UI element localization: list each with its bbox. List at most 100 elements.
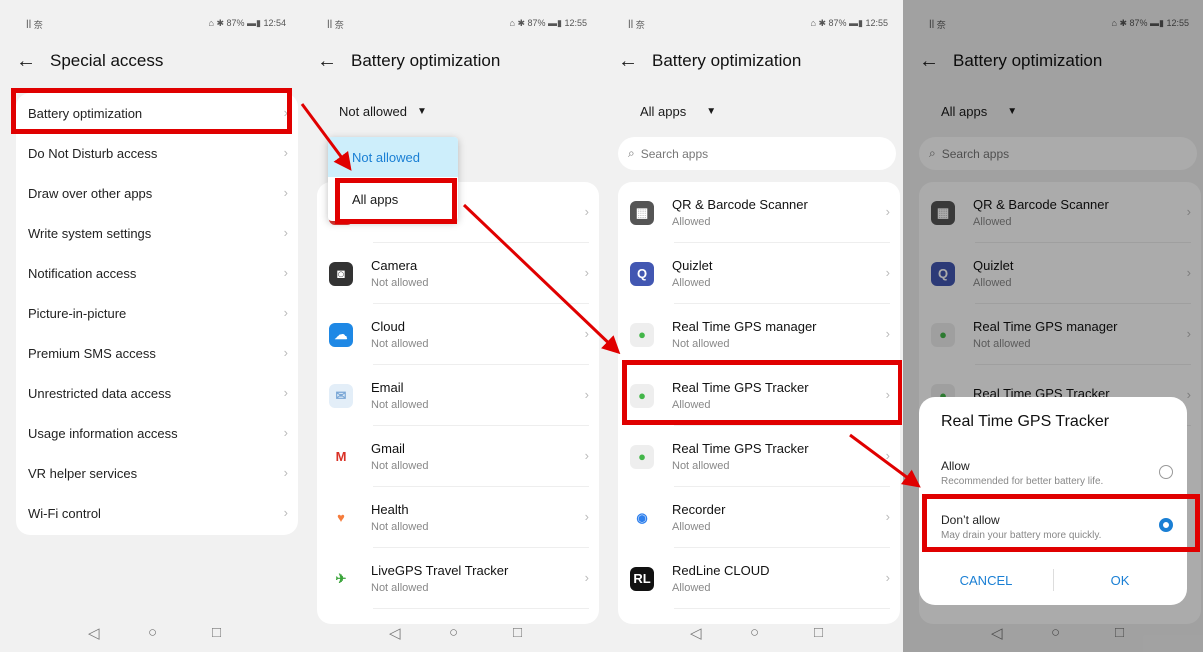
qr-icon: ▦ xyxy=(630,200,654,225)
search-icon: ⌕ xyxy=(628,146,635,160)
app-status: Not allowed xyxy=(371,399,429,411)
highlight-box xyxy=(922,494,1200,552)
health-icon: ♥ xyxy=(329,505,353,530)
chevron-right-icon: › xyxy=(283,345,288,360)
nav-home-icon[interactable]: ○ xyxy=(148,624,157,641)
app-status: Not allowed xyxy=(371,460,429,472)
app-status: Allowed xyxy=(672,216,711,228)
app-row[interactable]: ▦ QR & Barcode Scanner Allowed › xyxy=(618,182,900,243)
app-row[interactable]: ✉ Email Not allowed › xyxy=(317,365,599,426)
menu-option-not-allowed[interactable]: Not allowed xyxy=(328,137,458,177)
back-arrow-icon[interactable]: ← xyxy=(317,51,337,71)
highlight-box xyxy=(335,178,457,224)
app-row[interactable]: ● Real Time GPS manager Not allowed › xyxy=(618,304,900,365)
chevron-right-icon: › xyxy=(283,185,288,200)
row-divider xyxy=(674,608,890,609)
chevron-right-icon: › xyxy=(283,425,288,440)
app-row[interactable]: M Gmail Not allowed › xyxy=(317,426,599,487)
app-row[interactable]: ♥ Health Not allowed › xyxy=(317,487,599,548)
menu-item-label: VR helper services xyxy=(28,465,138,481)
chevron-right-icon: › xyxy=(584,387,589,402)
nav-home-icon[interactable]: ○ xyxy=(449,624,458,641)
nav-bar: ◁ ○ □ xyxy=(301,624,601,644)
status-bar: ꟾꟾ 奈 ⌂ ✱ 87% ▬▮ 12:54 xyxy=(0,18,300,32)
menu-item[interactable]: Premium SMS access › xyxy=(16,333,298,373)
app-name: Gmail xyxy=(371,441,405,456)
page-title: Battery optimization xyxy=(652,51,802,70)
caret-down-icon: ▼ xyxy=(706,106,717,117)
livegps-icon: ✈ xyxy=(329,566,353,591)
signal-indicator: ꟾꟾ 奈 xyxy=(26,20,43,30)
app-row[interactable]: RL RedLine CLOUD Allowed › xyxy=(618,548,900,609)
app-status: Allowed xyxy=(672,521,711,533)
app-row[interactable]: ◙ Camera Not allowed › xyxy=(317,243,599,304)
app-row[interactable]: ◉ Recorder Allowed › xyxy=(618,487,900,548)
nav-recents-icon[interactable]: □ xyxy=(513,624,522,641)
chevron-right-icon: › xyxy=(885,204,890,219)
status-right: ⌂ ✱ 87% ▬▮ 12:54 xyxy=(208,18,286,28)
nav-back-icon[interactable]: ◁ xyxy=(690,624,702,642)
gps-icon: ● xyxy=(630,322,654,347)
nav-recents-icon[interactable]: □ xyxy=(212,624,221,641)
app-name: Recorder xyxy=(672,502,726,517)
chevron-right-icon: › xyxy=(584,204,589,219)
menu-item-label: Do Not Disturb access xyxy=(28,145,158,161)
menu-item-label: Usage information access xyxy=(28,425,178,441)
menu-item[interactable]: Notification access › xyxy=(16,253,298,293)
chevron-right-icon: › xyxy=(283,305,288,320)
battery-optimization-screen-2: ꟾꟾ 奈 ⌂ ✱ 87% ▬▮ 12:55 ← Battery optimiza… xyxy=(602,0,902,652)
app-name: Email xyxy=(371,380,404,395)
menu-item[interactable]: Usage information access › xyxy=(16,413,298,453)
menu-item-label: Notification access xyxy=(28,265,137,281)
menu-item[interactable]: Unrestricted data access › xyxy=(16,373,298,413)
menu-item[interactable]: Write system settings › xyxy=(16,213,298,253)
menu-item-label: Picture-in-picture xyxy=(28,305,127,321)
nav-home-icon[interactable]: ○ xyxy=(750,624,759,641)
app-row[interactable]: ☁ Cloud Not allowed › xyxy=(317,304,599,365)
filter-label: All apps xyxy=(640,104,687,119)
app-row[interactable]: ● Real Time GPS Tracker Not allowed › xyxy=(618,426,900,487)
filter-dropdown[interactable]: All apps ▼ xyxy=(640,104,716,119)
app-status: Not allowed xyxy=(371,277,429,289)
nav-back-icon[interactable]: ◁ xyxy=(88,624,100,642)
menu-item[interactable]: VR helper services › xyxy=(16,453,298,493)
menu-item[interactable]: Draw over other apps › xyxy=(16,173,298,213)
chevron-right-icon: › xyxy=(283,385,288,400)
cancel-button[interactable]: CANCEL xyxy=(919,573,1053,588)
signal-indicator: ꟾꟾ 奈 xyxy=(628,20,645,30)
app-row[interactable]: ✈ LiveGPS Travel Tracker Not allowed › xyxy=(317,548,599,609)
status-right: ⌂ ✱ 87% ▬▮ 12:55 xyxy=(810,18,888,28)
menu-item[interactable]: Picture-in-picture › xyxy=(16,293,298,333)
app-row[interactable]: Q Quizlet Allowed › xyxy=(618,243,900,304)
gmail-icon: M xyxy=(329,444,353,469)
chevron-right-icon: › xyxy=(885,509,890,524)
back-arrow-icon[interactable]: ← xyxy=(618,51,638,71)
chevron-right-icon: › xyxy=(885,570,890,585)
app-name: Cloud xyxy=(371,319,405,334)
back-arrow-icon[interactable]: ← xyxy=(16,51,36,71)
filter-dropdown[interactable]: Not allowed ▼ xyxy=(339,104,427,119)
app-status: Not allowed xyxy=(371,521,429,533)
status-bar: ꟾꟾ 奈 ⌂ ✱ 87% ▬▮ 12:55 xyxy=(602,18,902,32)
chevron-right-icon: › xyxy=(584,570,589,585)
menu-item[interactable]: Wi-Fi control › xyxy=(16,493,298,533)
radio-unchecked-icon[interactable] xyxy=(1159,465,1173,479)
status-right: ⌂ ✱ 87% ▬▮ 12:55 xyxy=(509,18,587,28)
page-title: Battery optimization xyxy=(351,51,501,70)
menu-item[interactable]: Do Not Disturb access › xyxy=(16,133,298,173)
app-name: Real Time GPS manager xyxy=(672,319,817,334)
chevron-right-icon: › xyxy=(584,509,589,524)
app-name: Quizlet xyxy=(672,258,713,273)
nav-recents-icon[interactable]: □ xyxy=(814,624,823,641)
chevron-right-icon: › xyxy=(885,326,890,341)
option-allow[interactable]: Allow Recommended for better battery lif… xyxy=(919,449,1187,495)
menu-item-label: Write system settings xyxy=(28,225,152,241)
chevron-right-icon: › xyxy=(885,448,890,463)
search-input[interactable]: ⌕ Search apps xyxy=(618,137,896,170)
app-name: Camera xyxy=(371,258,418,273)
nav-back-icon[interactable]: ◁ xyxy=(389,624,401,642)
signal-indicator: ꟾꟾ 奈 xyxy=(327,20,344,30)
ok-button[interactable]: OK xyxy=(1053,573,1187,588)
chevron-right-icon: › xyxy=(584,326,589,341)
app-status: Not allowed xyxy=(672,460,730,472)
